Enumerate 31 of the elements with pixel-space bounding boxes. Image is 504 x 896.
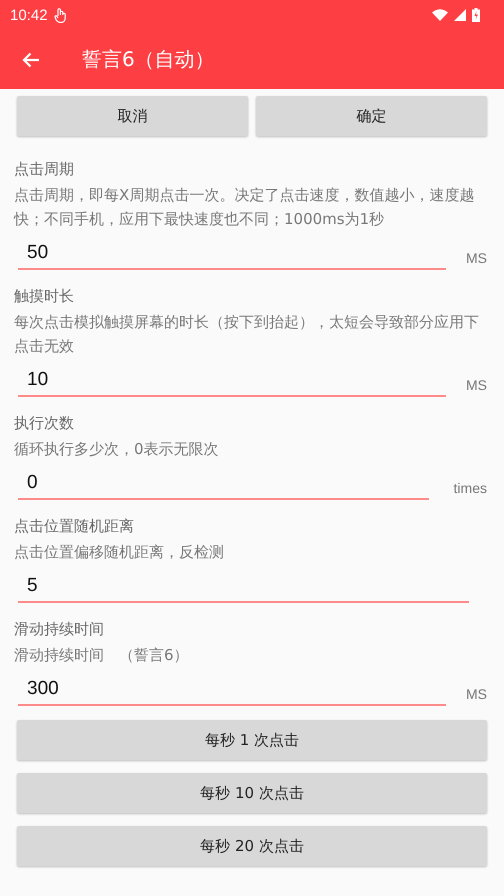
setting-description: 点击周期，即每X周期点击一次。决定了点击速度，数值越小，速度越快；不同手机，应用下最快速度也不同；1000ms为1秒 [14, 185, 476, 230]
preset-button[interactable]: 每秒 10 次点击 [17, 773, 487, 813]
setting-title: 点击周期 [14, 160, 75, 179]
setting-title: 触摸时长 [14, 287, 75, 306]
battery-icon [472, 8, 480, 22]
unit-label: MS [466, 377, 487, 395]
signal-icon [454, 9, 466, 21]
setting-title: 点击位置随机距离 [14, 517, 135, 536]
unit-label: MS [466, 686, 487, 704]
unit-label: times [454, 480, 487, 498]
value-field[interactable]: 0 [18, 468, 429, 500]
unit-label: MS [466, 250, 487, 268]
value-field[interactable]: 10 [18, 365, 446, 397]
setting-description: 循环执行多少次，0表示无限次 [14, 439, 220, 460]
action-button[interactable]: 取消 [17, 96, 248, 136]
hand-icon [54, 7, 68, 23]
action-button[interactable]: 确定 [256, 96, 487, 136]
value-field[interactable]: 300 [18, 674, 446, 706]
setting-title: 执行次数 [14, 414, 75, 433]
value-field[interactable]: 50 [18, 238, 446, 270]
status-time: 10:42 [10, 6, 48, 24]
screen-title: 誓言6（自动） [82, 46, 215, 73]
preset-button[interactable]: 每秒 20 次点击 [17, 826, 487, 866]
preset-button[interactable]: 每秒 1 次点击 [17, 720, 487, 760]
arrow-left-icon [22, 52, 40, 68]
setting-description: 点击位置偏移随机距离，反检测 [14, 542, 225, 563]
setting-title: 滑动持续时间 [14, 620, 105, 639]
value-field[interactable]: 5 [18, 571, 469, 603]
wifi-icon [432, 9, 448, 21]
setting-description: 滑动持续时间 （誓言6） [14, 645, 190, 666]
setting-description: 每次点击模拟触摸屏幕的时长（按下到抬起），太短会导致部分应用下点击无效 [14, 312, 480, 357]
